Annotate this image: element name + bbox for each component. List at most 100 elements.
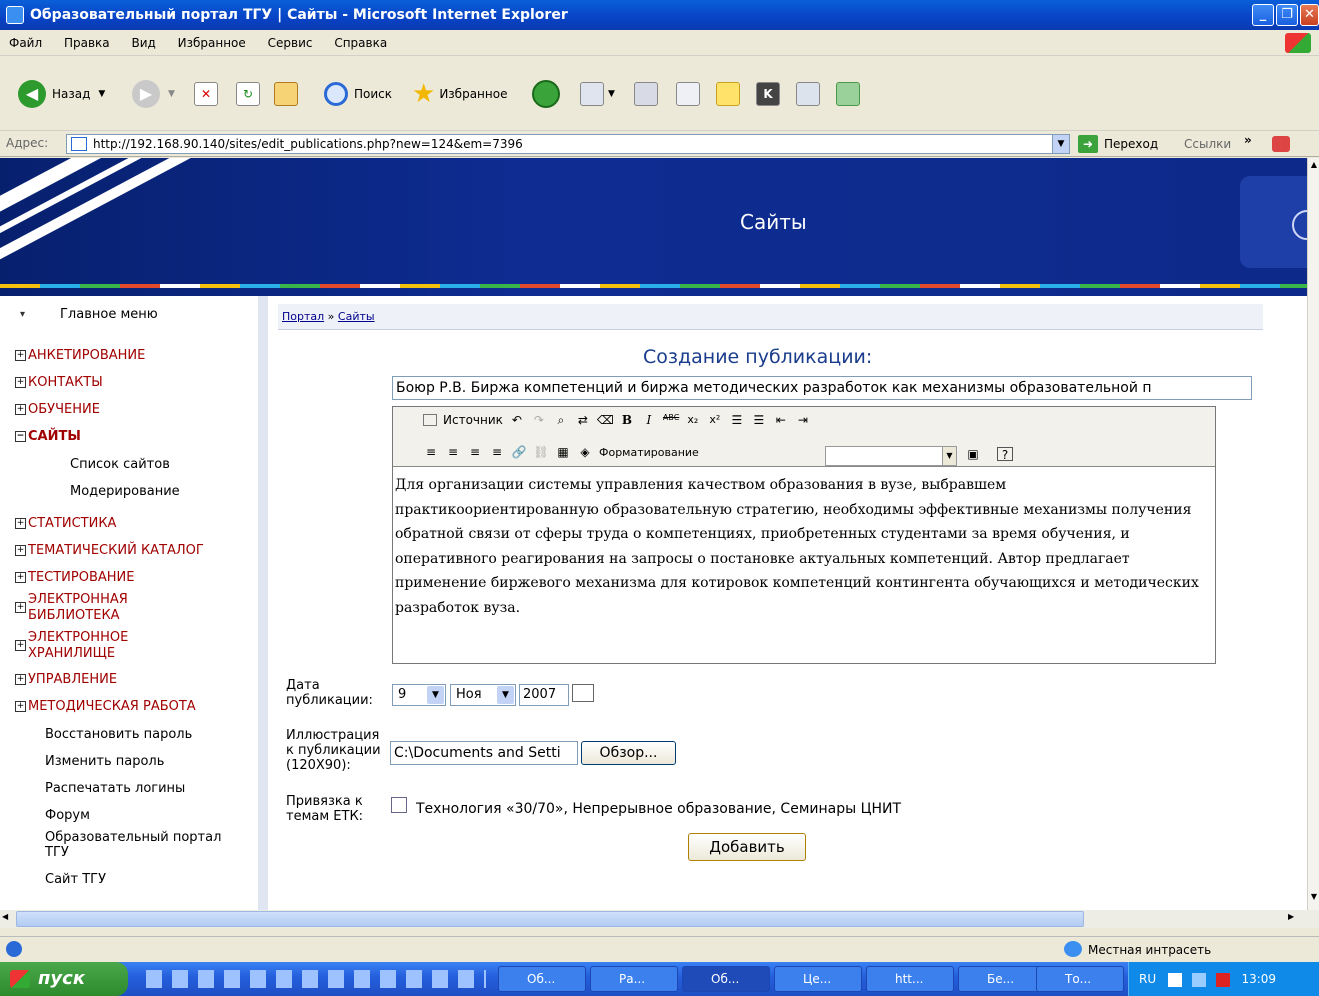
back-button[interactable]: ◀ Назад ▼ [18, 79, 105, 109]
forward-button[interactable]: ▶ ▼ [132, 79, 175, 109]
close-button[interactable]: ✕ [1300, 4, 1319, 26]
expand-icon[interactable]: + [15, 350, 26, 361]
eraser-icon[interactable]: ⌫ [597, 413, 614, 427]
link-restore-password[interactable]: Восстановить пароль [45, 727, 192, 742]
expand-icon[interactable]: + [15, 377, 26, 388]
expand-icon[interactable]: + [15, 640, 26, 651]
file-path-input[interactable]: C:\Documents and Setti [390, 741, 578, 765]
calendar-icon[interactable] [572, 684, 594, 702]
replace-icon[interactable]: ⇄ [575, 413, 591, 427]
expand-icon[interactable]: + [15, 701, 26, 712]
stop-button[interactable]: ✕ [194, 79, 218, 109]
strikethrough-icon[interactable]: ABC [663, 413, 679, 427]
favorites-button[interactable]: ★ Избранное [412, 79, 507, 109]
task-button[interactable]: htt... [866, 966, 954, 992]
collapse-icon[interactable]: − [15, 431, 26, 442]
menu-item-contacts[interactable]: + КОНТАКТЫ [15, 375, 103, 390]
align-center-icon[interactable]: ≡ [445, 445, 461, 459]
messenger-button[interactable] [836, 79, 860, 109]
italic-icon[interactable]: I [641, 413, 657, 427]
expand-icon[interactable]: + [15, 545, 26, 556]
menu-edit[interactable]: Правка [55, 30, 119, 56]
refresh-button[interactable]: ↻ [236, 79, 260, 109]
language-indicator[interactable]: RU [1139, 972, 1156, 986]
help-tray-icon[interactable] [1167, 972, 1182, 987]
link-icon[interactable]: 🔗 [511, 445, 527, 459]
submenu-site-list[interactable]: Список сайтов [70, 457, 170, 472]
antivirus-icon[interactable] [1215, 972, 1230, 987]
scroll-right-icon[interactable]: ▶ [1288, 912, 1300, 926]
link-change-password[interactable]: Изменить пароль [45, 754, 164, 769]
go-button[interactable]: Переход [1104, 137, 1158, 151]
print-button[interactable] [634, 79, 658, 109]
folder-button[interactable] [716, 79, 740, 109]
superscript-icon[interactable]: x² [707, 413, 723, 427]
scroll-thumb[interactable] [16, 911, 1084, 927]
task-button[interactable]: Ра... [590, 966, 678, 992]
link-edu-portal[interactable]: Образовательный портал ТГУ [45, 830, 245, 860]
menu-item-sites[interactable]: − САЙТЫ [15, 429, 81, 444]
task-button[interactable]: Об... [682, 966, 770, 992]
expand-icon[interactable]: + [15, 572, 26, 583]
help-icon[interactable]: ? [997, 447, 1013, 462]
align-left-icon[interactable]: ≡ [423, 445, 439, 459]
align-right-icon[interactable]: ≡ [467, 445, 483, 459]
table-icon[interactable]: ▦ [555, 445, 571, 459]
editor-body[interactable]: Для организации системы управления качес… [395, 473, 1207, 620]
translate-icon[interactable] [1272, 136, 1290, 152]
network-icon[interactable] [1191, 972, 1206, 987]
task-button[interactable]: То... [1036, 966, 1124, 992]
link-print-logins[interactable]: Распечатать логины [45, 781, 185, 796]
add-button[interactable]: Добавить [688, 833, 806, 861]
link-forum[interactable]: Форум [45, 808, 90, 823]
main-menu-header[interactable]: Главное меню [8, 304, 258, 326]
go-arrow-icon[interactable]: ➜ [1078, 135, 1098, 153]
outdent-icon[interactable]: ⇤ [773, 413, 789, 427]
scroll-left-icon[interactable]: ◀ [2, 912, 14, 926]
task-button[interactable]: Це... [774, 966, 862, 992]
menu-file[interactable]: Файл [0, 30, 51, 56]
scroll-up-icon[interactable]: ▲ [1309, 160, 1319, 174]
menu-view[interactable]: Вид [122, 30, 164, 56]
menu-item-training[interactable]: + ОБУЧЕНИЕ [15, 402, 100, 417]
bold-icon[interactable]: B [619, 413, 635, 427]
month-select[interactable]: Ноя ▼ [450, 684, 516, 706]
link-tsu-site[interactable]: Сайт ТГУ [45, 872, 106, 887]
menu-favorites[interactable]: Избранное [169, 30, 255, 56]
search-button[interactable]: Поиск [324, 79, 392, 109]
undo-icon[interactable]: ↶ [509, 413, 525, 427]
vertical-scrollbar[interactable]: ▲ ▼ [1307, 158, 1319, 910]
minimize-button[interactable]: _ [1252, 4, 1274, 26]
menu-help[interactable]: Справка [325, 30, 396, 56]
unlink-icon[interactable]: ⛓ [533, 445, 549, 459]
find-icon[interactable]: ⌕ [553, 413, 569, 427]
edit-topics-icon[interactable] [391, 797, 407, 813]
expand-icon[interactable]: + [15, 518, 26, 529]
menu-item-statistics[interactable]: + СТАТИСТИКА [15, 516, 116, 531]
maximize-button[interactable]: ❐ [1276, 4, 1298, 26]
expand-icon[interactable]: + [15, 404, 26, 415]
chevron-down-icon[interactable]: ▼ [1052, 135, 1069, 153]
task-button[interactable]: Об... [498, 966, 586, 992]
browse-button[interactable]: Обзор... [581, 741, 676, 765]
unordered-list-icon[interactable]: ☰ [751, 413, 767, 427]
menu-item-catalog[interactable]: + ТЕМАТИЧЕСКИЙ КАТАЛОГ [15, 543, 204, 558]
home-button[interactable] [274, 79, 298, 109]
subscript-icon[interactable]: x₂ [685, 413, 701, 427]
menu-item-testing[interactable]: + ТЕСТИРОВАНИЕ [15, 570, 135, 585]
format-select[interactable]: ▼ [825, 446, 957, 466]
scroll-down-icon[interactable]: ▼ [1309, 892, 1319, 906]
breadcrumb-sites[interactable]: Сайты [338, 310, 375, 323]
menu-item-library[interactable]: + ЭЛЕКТРОННАЯ БИБЛИОТЕКА [15, 592, 168, 624]
expand-icon[interactable]: + [15, 602, 26, 613]
expand-icon[interactable]: + [15, 674, 26, 685]
links-button[interactable]: Ссылки [1184, 137, 1231, 151]
menu-item-methodical[interactable]: + МЕТОДИЧЕСКАЯ РАБОТА [15, 699, 196, 714]
task-button[interactable]: Бе... [958, 966, 1046, 992]
menu-item-storage[interactable]: + ЭЛЕКТРОННОЕ ХРАНИЛИЩЕ [15, 630, 168, 662]
indent-icon[interactable]: ⇥ [795, 413, 811, 427]
kaspersky-button[interactable]: K [756, 79, 780, 109]
menu-tools[interactable]: Сервис [259, 30, 322, 56]
source-button[interactable]: Источник [443, 413, 503, 427]
publication-title-input[interactable]: Боюр Р.В. Биржа компетенций и биржа мето… [392, 376, 1252, 400]
